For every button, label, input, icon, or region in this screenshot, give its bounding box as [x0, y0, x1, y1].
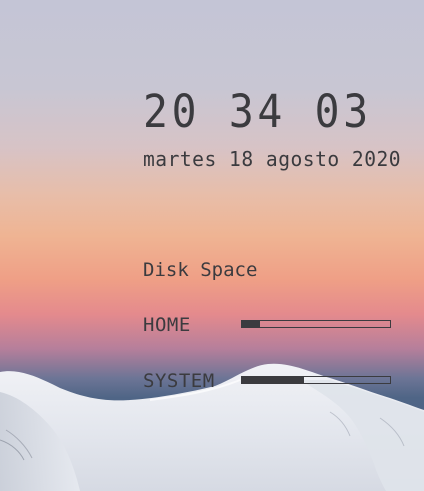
clock-time: 20 34 03 [143, 85, 372, 138]
disk-row-system: SYSTEM [143, 369, 393, 393]
snowy-mountain-landscape [0, 363, 424, 491]
disk-space-title: Disk Space [143, 259, 258, 281]
disk-usage-fill-home [242, 321, 260, 327]
clock-date: martes 18 agosto 2020 [143, 147, 402, 171]
disk-label-home: HOME [143, 314, 191, 336]
disk-usage-bar-system [241, 376, 391, 384]
disk-usage-bar-home [241, 320, 391, 328]
disk-label-system: SYSTEM [143, 370, 215, 392]
disk-usage-fill-system [242, 377, 305, 383]
disk-row-home: HOME [143, 313, 393, 337]
